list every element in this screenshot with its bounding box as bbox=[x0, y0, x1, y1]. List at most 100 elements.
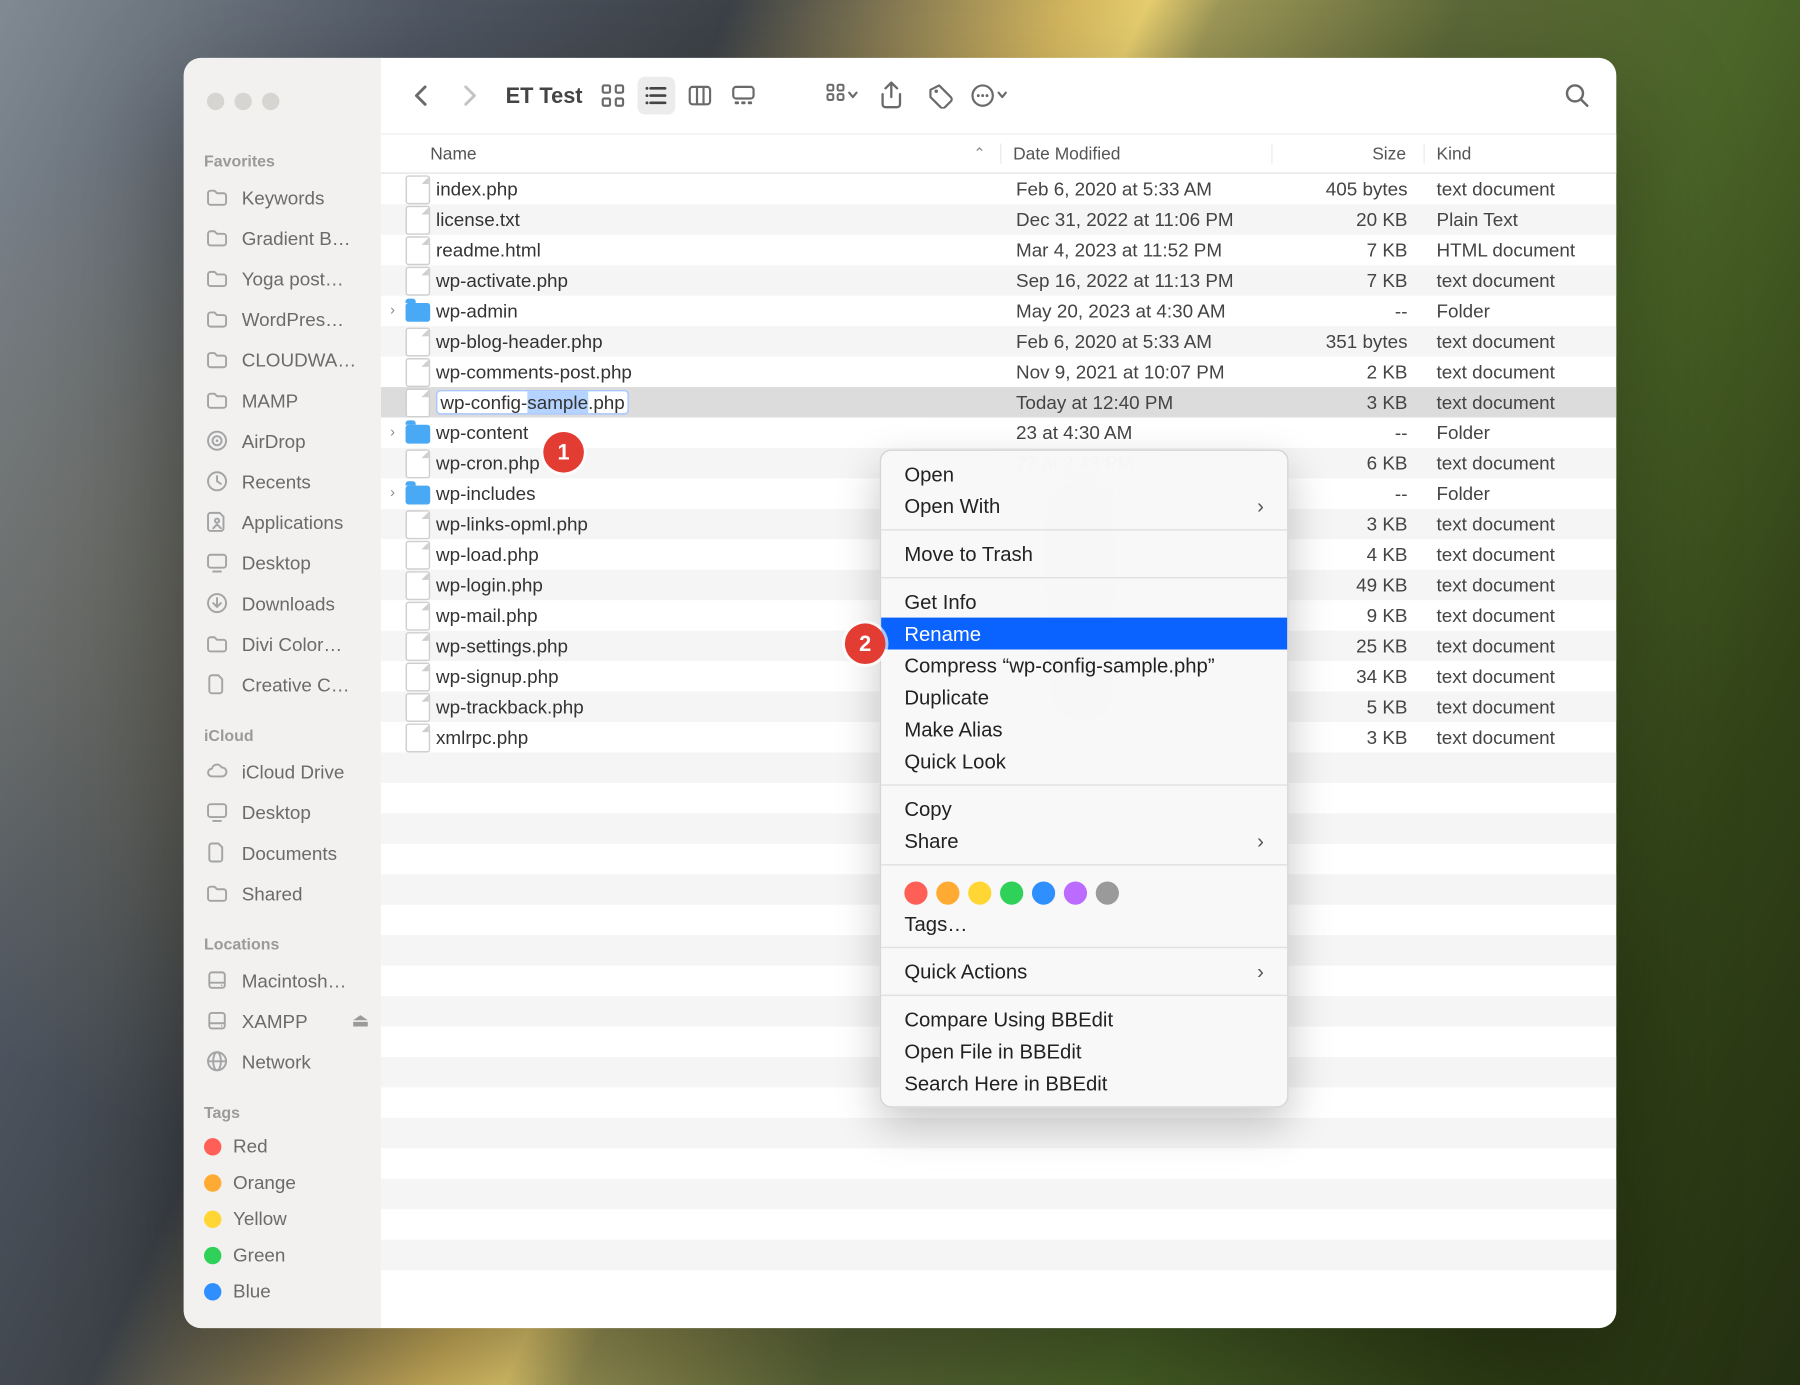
column-header-size[interactable]: Size bbox=[1271, 143, 1423, 163]
tag-color-dot[interactable] bbox=[1000, 881, 1023, 904]
search-button[interactable] bbox=[1558, 76, 1596, 114]
folder-icon bbox=[204, 265, 230, 291]
sidebar-tag[interactable]: Yellow bbox=[184, 1200, 381, 1236]
menu-item[interactable]: Quick Look bbox=[881, 745, 1287, 777]
tag-color-dot[interactable] bbox=[936, 881, 959, 904]
actions-button[interactable] bbox=[971, 76, 1009, 114]
file-icon bbox=[405, 387, 430, 416]
menu-item[interactable]: Open With› bbox=[881, 489, 1287, 521]
menu-item[interactable]: Move to Trash bbox=[881, 537, 1287, 569]
sidebar-tag[interactable]: Orange bbox=[184, 1164, 381, 1200]
file-name: xmlrpc.php bbox=[436, 726, 528, 748]
sidebar-item[interactable]: Recents bbox=[184, 460, 381, 501]
menu-item[interactable]: Rename bbox=[881, 617, 1287, 649]
menu-item[interactable]: Share› bbox=[881, 824, 1287, 856]
sidebar-item[interactable]: Divi Color… bbox=[184, 623, 381, 664]
menu-item[interactable]: Make Alias bbox=[881, 713, 1287, 745]
menu-item[interactable]: Duplicate bbox=[881, 681, 1287, 713]
sidebar-item[interactable]: MAMP bbox=[184, 379, 381, 420]
table-row[interactable]: wp-comments-post.phpNov 9, 2021 at 10:07… bbox=[381, 356, 1616, 386]
sidebar-item[interactable]: Downloads bbox=[184, 582, 381, 623]
close-button[interactable] bbox=[207, 92, 224, 109]
column-header-kind[interactable]: Kind bbox=[1423, 143, 1616, 163]
back-button[interactable] bbox=[401, 76, 439, 114]
table-row[interactable]: wp-config-sample.phpToday at 12:40 PM3 K… bbox=[381, 387, 1616, 417]
menu-item[interactable]: Compare Using BBEdit bbox=[881, 1003, 1287, 1035]
sidebar-tag[interactable]: Red bbox=[184, 1128, 381, 1164]
sidebar-tag[interactable]: Green bbox=[184, 1236, 381, 1272]
sidebar-item[interactable]: AirDrop bbox=[184, 420, 381, 461]
file-name-editing[interactable]: wp-config-sample.php bbox=[436, 389, 629, 414]
menu-item[interactable]: Compress “wp-config-sample.php” bbox=[881, 649, 1287, 681]
disclosure-icon[interactable]: › bbox=[390, 424, 395, 440]
tag-color-dot[interactable] bbox=[1096, 881, 1119, 904]
sidebar-item[interactable]: Applications bbox=[184, 501, 381, 542]
table-row[interactable]: license.txtDec 31, 2022 at 11:06 PM20 KB… bbox=[381, 204, 1616, 234]
file-name: wp-activate.php bbox=[436, 269, 568, 291]
sidebar-item[interactable]: Documents bbox=[184, 832, 381, 873]
sidebar-item[interactable]: Keywords bbox=[184, 176, 381, 217]
sidebar-item[interactable]: Network bbox=[184, 1041, 381, 1082]
menu-item[interactable]: Open bbox=[881, 458, 1287, 490]
tag-color-dot[interactable] bbox=[904, 881, 927, 904]
cell-date: May 20, 2023 at 4:30 AM bbox=[1016, 300, 1274, 322]
file-name: wp-load.php bbox=[436, 543, 539, 565]
sidebar-item[interactable]: Creative C… bbox=[184, 664, 381, 705]
cell-size: 2 KB bbox=[1274, 360, 1425, 382]
tag-color-dot[interactable] bbox=[968, 881, 991, 904]
share-button[interactable] bbox=[873, 76, 911, 114]
sidebar-tag[interactable]: Blue bbox=[184, 1273, 381, 1309]
tag-color-dot[interactable] bbox=[1064, 881, 1087, 904]
disclosure-icon[interactable]: › bbox=[390, 302, 395, 318]
disclosure-icon[interactable]: › bbox=[390, 485, 395, 501]
sidebar-item-label: Network bbox=[242, 1050, 311, 1072]
sidebar-item[interactable]: iCloud Drive bbox=[184, 751, 381, 792]
tag-color-dot[interactable] bbox=[1032, 881, 1055, 904]
menu-item[interactable]: Quick Actions› bbox=[881, 955, 1287, 987]
table-row[interactable]: readme.htmlMar 4, 2023 at 11:52 PM7 KBHT… bbox=[381, 234, 1616, 264]
menu-item[interactable]: Open File in BBEdit bbox=[881, 1035, 1287, 1067]
sidebar-item-label: XAMPP bbox=[242, 1009, 308, 1031]
file-icon bbox=[405, 722, 430, 751]
sidebar-item[interactable]: Desktop bbox=[184, 791, 381, 832]
column-view-button[interactable] bbox=[681, 76, 719, 114]
tags-button[interactable] bbox=[922, 76, 960, 114]
icon-view-button[interactable] bbox=[594, 76, 632, 114]
file-name: wp-cron.php bbox=[436, 452, 540, 474]
folder-icon bbox=[405, 302, 430, 321]
cell-date: Sep 16, 2022 at 11:13 PM bbox=[1016, 269, 1274, 291]
menu-item[interactable]: Search Here in BBEdit bbox=[881, 1067, 1287, 1099]
table-row[interactable]: wp-blog-header.phpFeb 6, 2020 at 5:33 AM… bbox=[381, 326, 1616, 356]
sidebar-item[interactable]: XAMPP ⏏ bbox=[184, 1000, 381, 1041]
cell-kind: HTML document bbox=[1425, 239, 1616, 261]
table-row[interactable]: wp-activate.phpSep 16, 2022 at 11:13 PM7… bbox=[381, 265, 1616, 295]
minimize-button[interactable] bbox=[234, 92, 251, 109]
sidebar-item[interactable]: Desktop bbox=[184, 542, 381, 583]
table-row[interactable]: ›wp-adminMay 20, 2023 at 4:30 AM--Folder bbox=[381, 295, 1616, 325]
forward-button[interactable] bbox=[450, 76, 488, 114]
group-by-button[interactable] bbox=[823, 76, 861, 114]
eject-icon[interactable]: ⏏ bbox=[351, 1009, 369, 1032]
column-header-name[interactable]: Name⌃ bbox=[381, 143, 1000, 163]
menu-item[interactable]: Tags… bbox=[881, 907, 1287, 939]
sidebar-item[interactable]: CLOUDWA… bbox=[184, 339, 381, 380]
sidebar-item[interactable]: Gradient B… bbox=[184, 217, 381, 258]
cell-kind: text document bbox=[1425, 665, 1616, 687]
menu-item[interactable]: Get Info bbox=[881, 585, 1287, 617]
menu-item[interactable]: Copy bbox=[881, 793, 1287, 825]
apps-icon bbox=[204, 508, 230, 534]
menu-separator bbox=[881, 577, 1287, 578]
file-name: wp-comments-post.php bbox=[436, 360, 632, 382]
sidebar-item[interactable]: Shared bbox=[184, 872, 381, 913]
sidebar-item[interactable]: Yoga post… bbox=[184, 257, 381, 298]
column-header-date[interactable]: Date Modified bbox=[1000, 143, 1271, 163]
doc-icon bbox=[204, 671, 230, 697]
list-view-button[interactable] bbox=[638, 76, 676, 114]
zoom-button[interactable] bbox=[262, 92, 279, 109]
sidebar-item[interactable]: WordPres… bbox=[184, 298, 381, 339]
gallery-view-button[interactable] bbox=[725, 76, 763, 114]
cell-size: 49 KB bbox=[1274, 574, 1425, 596]
table-row[interactable]: index.phpFeb 6, 2020 at 5:33 AM405 bytes… bbox=[381, 173, 1616, 203]
sidebar-item[interactable]: Macintosh… bbox=[184, 959, 381, 1000]
submenu-arrow-icon: › bbox=[1257, 494, 1264, 517]
